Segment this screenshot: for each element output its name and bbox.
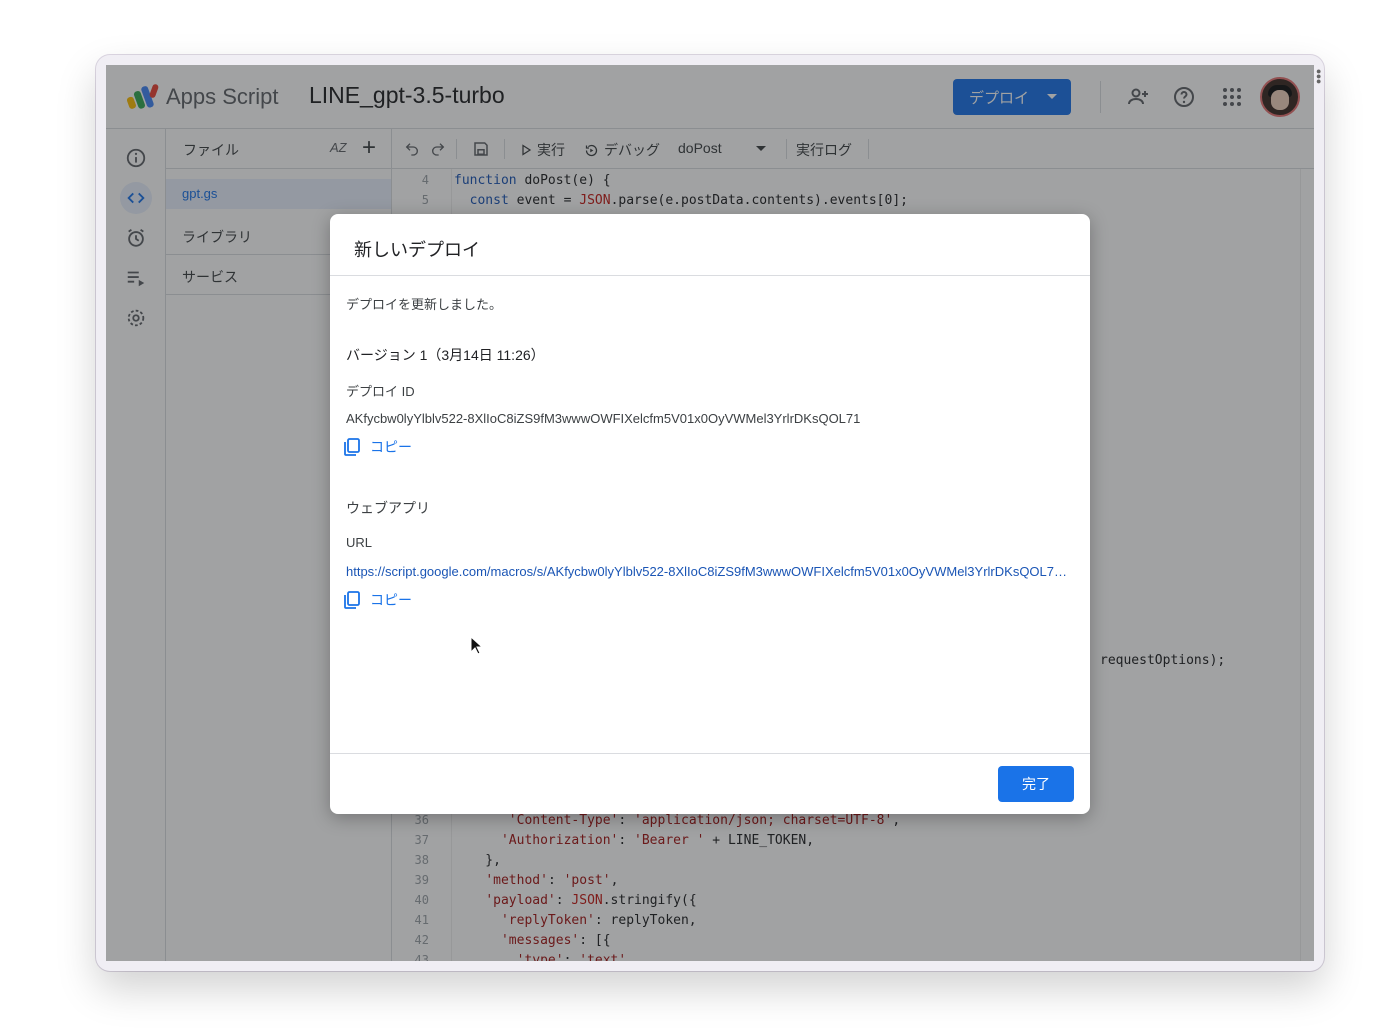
webapp-label: ウェブアプリ [346, 500, 430, 516]
window-menu-dots-icon[interactable]: ● ● ● [1316, 67, 1322, 86]
version-text: バージョン 1（3月14日 11:26） [346, 347, 545, 363]
done-button[interactable]: 完了 [998, 766, 1074, 802]
copy-deploy-id-button[interactable]: コピー [344, 436, 412, 458]
copy-url-button[interactable]: コピー [344, 589, 412, 611]
new-deployment-dialog: 新しいデプロイ デプロイを更新しました。 バージョン 1（3月14日 11:26… [330, 214, 1090, 814]
webapp-url-link[interactable]: https://script.google.com/macros/s/AKfyc… [346, 564, 1068, 579]
dialog-message: デプロイを更新しました。 [346, 297, 503, 312]
copy-icon [344, 591, 360, 609]
dialog-title: 新しいデプロイ [354, 240, 480, 260]
mouse-cursor-icon [470, 636, 484, 655]
deploy-id-label: デプロイ ID [346, 384, 415, 399]
dialog-divider [330, 275, 1090, 276]
copy-icon [344, 438, 360, 456]
copy-label: コピー [370, 592, 412, 608]
dialog-footer-divider [330, 753, 1090, 754]
copy-label: コピー [370, 439, 412, 455]
url-label: URL [346, 535, 373, 550]
deploy-id-value: AKfycbw0lyYlblv522-8XlIoC8iZS9fM3wwwOWFI… [346, 411, 861, 426]
